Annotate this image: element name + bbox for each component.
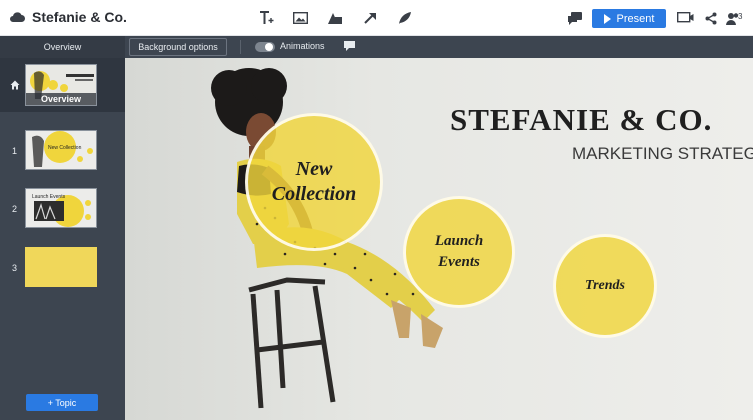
slide-sidebar: Overview 1 New Collection 2 Launch Event… xyxy=(0,58,125,420)
top-bar: Stefanie & Co. Present 3 xyxy=(0,0,753,36)
topic-bubble-label: Trends xyxy=(585,278,625,293)
share-icon[interactable] xyxy=(702,9,720,27)
slide-thumbnail-launch-events[interactable]: Launch Events xyxy=(25,188,97,228)
toolbar-divider xyxy=(240,40,241,54)
overview-tab[interactable]: Overview xyxy=(0,36,125,58)
arrow-icon[interactable] xyxy=(361,9,379,27)
presentation-title[interactable]: Stefanie & Co. xyxy=(32,9,127,25)
stool xyxy=(248,277,336,409)
overview-thumbnail-label: Overview xyxy=(26,93,96,105)
animations-toggle[interactable] xyxy=(255,42,275,52)
add-topic-button[interactable]: + Topic xyxy=(26,394,98,411)
slide-thumbnail-new-collection[interactable]: New Collection xyxy=(25,130,97,170)
topic-bubble-launch-events[interactable]: Launch Events xyxy=(403,196,515,308)
slide-number: 1 xyxy=(12,146,18,156)
play-icon xyxy=(603,13,611,24)
slide-number: 2 xyxy=(12,204,18,214)
topic-bubble-trends[interactable]: Trends xyxy=(553,234,657,338)
secondary-toolbar: Overview Background options Animations xyxy=(0,36,753,58)
toggle-knob xyxy=(265,43,273,51)
draw-icon[interactable] xyxy=(395,9,413,27)
present-button[interactable]: Present xyxy=(592,9,666,28)
home-icon[interactable] xyxy=(10,80,20,90)
shapes-icon[interactable] xyxy=(326,9,344,27)
present-button-label: Present xyxy=(616,12,655,25)
presenter-view-icon[interactable] xyxy=(676,9,694,27)
image-icon[interactable] xyxy=(291,9,309,27)
slide-thumbnail-title: Launch Events xyxy=(32,194,66,200)
animations-label: Animations xyxy=(280,41,325,51)
comment-icon[interactable] xyxy=(344,41,355,51)
cloud-logo-icon[interactable] xyxy=(9,10,25,26)
chat-icon[interactable] xyxy=(566,9,584,27)
presentation-heading[interactable]: STEFANIE & CO. xyxy=(450,102,712,138)
overview-row[interactable]: Overview xyxy=(0,58,125,112)
background-options-button[interactable]: Background options xyxy=(129,38,227,56)
overview-thumbnail[interactable]: Overview xyxy=(25,64,97,106)
slide-thumbnail-title: New Collection xyxy=(48,145,82,151)
collaborators-count: 3 xyxy=(738,12,743,21)
topic-bubble-label: New Collection xyxy=(271,158,357,205)
slide-thumbnail-trends[interactable] xyxy=(25,247,97,287)
topic-bubble-label: Launch Events xyxy=(434,233,484,270)
presentation-canvas[interactable]: STEFANIE & CO. MARKETING STRATEGY New Co… xyxy=(125,58,753,420)
topic-bubble-new-collection[interactable]: New Collection xyxy=(245,113,383,251)
slide-number: 3 xyxy=(12,263,18,273)
text-icon[interactable] xyxy=(258,9,276,27)
presentation-subheading[interactable]: MARKETING STRATEGY xyxy=(572,144,753,164)
